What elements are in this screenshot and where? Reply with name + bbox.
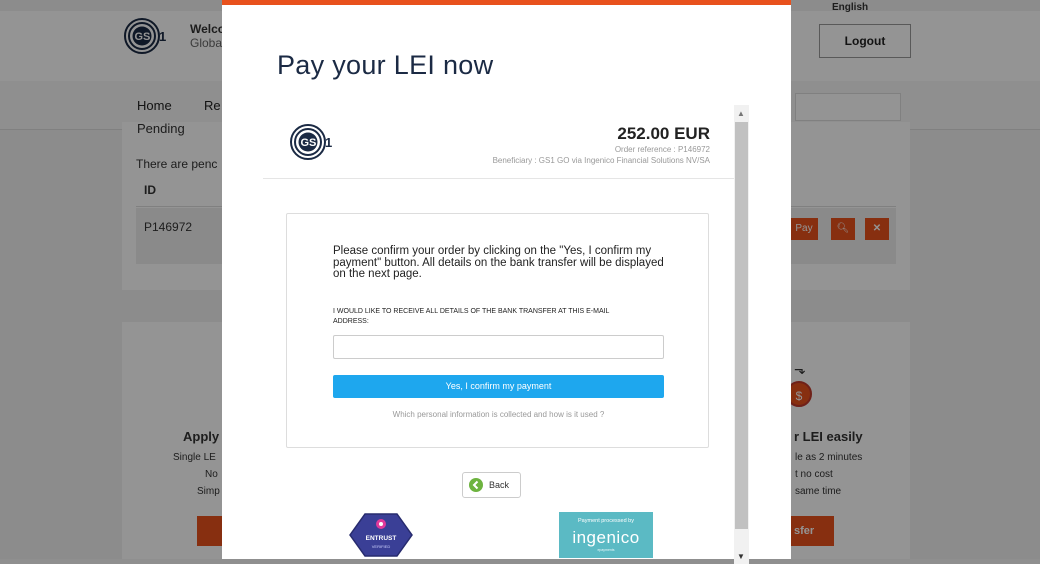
- payment-frame: GS 1 252.00 EUR Order reference : P14697…: [263, 97, 749, 564]
- pay-lei-modal: Pay your LEI now GS 1 252.00 EUR Order r…: [222, 0, 791, 564]
- entrust-verified-icon: ENTRUST VERIFIED: [349, 513, 413, 557]
- confirm-panel: Please confirm your order by clicking on…: [286, 213, 709, 448]
- svg-text:GS: GS: [301, 137, 317, 149]
- ingenico-brand: ingenico: [572, 528, 640, 547]
- back-arrow-icon: [469, 478, 483, 492]
- back-label: Back: [489, 480, 510, 490]
- ingenico-tagline: epayments: [597, 548, 615, 552]
- scroll-thumb[interactable]: [735, 122, 748, 529]
- email-label: I would like to receive all details of t…: [333, 308, 610, 325]
- svg-text:ENTRUST: ENTRUST: [366, 535, 397, 542]
- email-field[interactable]: [333, 335, 664, 359]
- ingenico-badge: Payment processed by ingenico epayments: [559, 512, 653, 558]
- svg-text:VERIFIED: VERIFIED: [372, 544, 391, 549]
- scroll-up-icon[interactable]: ▲: [737, 109, 745, 118]
- beneficiary: Beneficiary : GS1 GO via Ingenico Financ…: [492, 156, 710, 165]
- modal-title: Pay your LEI now: [277, 50, 494, 80]
- frame-scrollbar[interactable]: ▲ ▼: [734, 105, 749, 564]
- svg-text:1: 1: [325, 135, 332, 150]
- order-reference: Order reference : P146972: [614, 145, 710, 154]
- confirm-instructions: Please confirm your order by clicking on…: [333, 245, 664, 280]
- personal-info-link[interactable]: Which personal information is collected …: [333, 410, 664, 419]
- confirm-payment-button[interactable]: Yes, I confirm my payment: [333, 375, 664, 398]
- payment-amount: 252.00 EUR: [617, 124, 710, 143]
- ingenico-processed-text: Payment processed by: [578, 518, 634, 524]
- scroll-down-icon[interactable]: ▼: [737, 552, 745, 561]
- gs1-logo-icon: GS 1: [290, 124, 332, 160]
- payment-header: GS 1 252.00 EUR Order reference : P14697…: [263, 112, 734, 179]
- back-button[interactable]: Back: [462, 472, 521, 498]
